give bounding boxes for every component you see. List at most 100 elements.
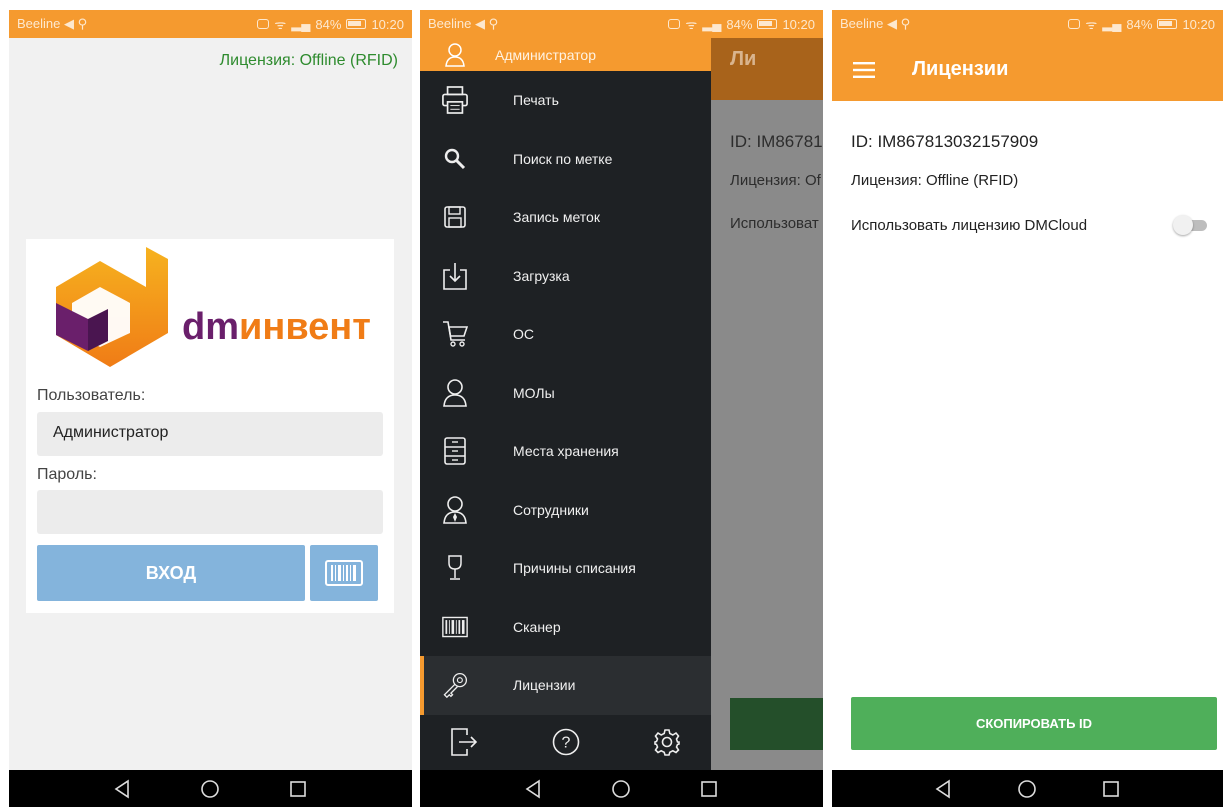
glass-icon — [442, 553, 468, 583]
home-icon[interactable] — [1017, 779, 1037, 799]
scan-button[interactable] — [310, 545, 378, 601]
back-icon[interactable] — [113, 779, 133, 799]
drawer-user-name: Администратор — [495, 46, 597, 63]
system-nav-bar — [832, 770, 1223, 807]
signal-icon: ▂▄ — [702, 16, 722, 31]
menu-item-employees[interactable]: Сотрудники — [420, 481, 711, 540]
dimmed-title: Ли — [730, 48, 757, 70]
alarm-icon — [668, 19, 681, 29]
hamburger-icon — [853, 61, 875, 78]
battery-level: 84% — [726, 16, 753, 32]
battery-icon — [346, 19, 367, 29]
logout-icon[interactable] — [450, 727, 478, 757]
clock: 10:20 — [782, 16, 815, 32]
employee-icon — [442, 495, 468, 525]
menu-item-write-tags[interactable]: Запись меток — [420, 188, 711, 247]
menu-item-print[interactable]: Печать — [420, 71, 711, 130]
dmcloud-setting-row[interactable]: Использовать лицензию DMCloud — [851, 215, 1209, 235]
carrier-label: Beeline — [428, 16, 472, 31]
menu-item-writeoff-reasons[interactable]: Причины списания — [420, 539, 711, 598]
wifi-icon: ᯤ — [685, 17, 698, 32]
menu-item-label: Загрузка — [513, 267, 570, 284]
menu-item-label: МОЛы — [513, 384, 555, 401]
carrier-label: Beeline — [840, 16, 884, 31]
alarm-icon — [257, 19, 270, 29]
status-bar: Beeline ◀ ⚲ ᯤ ▂▄ 84% 10:20 — [420, 10, 823, 38]
menu-item-mol[interactable]: МОЛы — [420, 364, 711, 423]
wifi-icon: ᯤ — [1085, 17, 1098, 32]
menu-item-label: Поиск по метке — [513, 150, 613, 167]
recents-icon[interactable] — [288, 779, 308, 799]
save-icon — [442, 202, 468, 232]
copy-id-button[interactable]: СКОПИРОВАТЬ ID — [851, 697, 1217, 750]
menu-item-licenses[interactable]: Лицензии — [420, 656, 711, 715]
menu-item-scanner[interactable]: Сканер — [420, 598, 711, 657]
status-bar: Beeline ◀ ⚲ ᯤ ▂▄ 84% 10:20 — [9, 10, 412, 38]
user-label: Пользователь: — [37, 387, 146, 404]
dmcloud-setting-label: Использовать лицензию DMCloud — [851, 216, 1088, 234]
status-bar: Beeline ◀ ⚲ ᯤ ▂▄ 84% 10:20 — [832, 10, 1223, 38]
gear-icon[interactable] — [653, 728, 681, 756]
recents-icon[interactable] — [699, 779, 719, 799]
licenses-screen: Beeline ◀ ⚲ ᯤ ▂▄ 84% 10:20 Лицензии ID: … — [832, 10, 1223, 807]
download-icon — [442, 261, 468, 291]
dimmed-id: ID: IM86781 — [730, 132, 823, 151]
menu-item-label: Печать — [513, 92, 559, 109]
back-icon[interactable] — [524, 779, 544, 799]
battery-icon — [1157, 19, 1178, 29]
person-icon — [442, 378, 468, 408]
menu-item-storage[interactable]: Места хранения — [420, 422, 711, 481]
signal-icon: ▂▄ — [1102, 16, 1122, 31]
app-bar: Лицензии — [832, 38, 1223, 101]
navigation-drawer: Администратор Печать Поиск по метке Запи… — [420, 38, 711, 770]
clock: 10:20 — [371, 16, 404, 32]
svg-text:?: ? — [561, 735, 570, 752]
user-field[interactable]: Администратор — [37, 412, 383, 456]
device-id: ID: IM867813032157909 — [851, 132, 1039, 151]
barcode-icon — [325, 560, 363, 586]
menu-item-download[interactable]: Загрузка — [420, 247, 711, 306]
dmcloud-toggle[interactable] — [1173, 215, 1209, 235]
hamburger-menu-button[interactable] — [836, 42, 892, 98]
back-icon[interactable] — [934, 779, 954, 799]
menu-item-label: Места хранения — [513, 443, 619, 460]
user-icon — [443, 42, 467, 67]
home-icon[interactable] — [611, 779, 631, 799]
cart-icon — [442, 319, 468, 349]
menu-item-label: Запись меток — [513, 209, 600, 226]
menu-item-label: Причины списания — [513, 560, 636, 577]
drawer-footer: ? — [420, 714, 711, 770]
menu-item-label: ОС — [513, 326, 534, 343]
home-icon[interactable] — [200, 779, 220, 799]
logo-text: dmинвент — [182, 306, 370, 348]
password-field[interactable] — [37, 490, 383, 534]
clock: 10:20 — [1182, 16, 1215, 32]
login-card: dmинвент Пользователь: Администратор Пар… — [26, 239, 394, 613]
page-title: Лицензии — [912, 58, 1009, 80]
recents-icon[interactable] — [1101, 779, 1121, 799]
menu-item-fixed-assets[interactable]: ОС — [420, 305, 711, 364]
wifi-icon: ᯤ — [274, 17, 287, 32]
license-status: Лицензия: Offline (RFID) — [219, 52, 398, 69]
license-status: Лицензия: Offline (RFID) — [851, 172, 1019, 189]
system-nav-bar — [420, 770, 823, 807]
dminvent-logo: dmинвент — [56, 247, 370, 367]
signal-icon: ▂▄ — [291, 16, 311, 31]
carrier-label: Beeline — [17, 16, 61, 31]
menu-item-label: Сканер — [513, 618, 561, 635]
battery-level: 84% — [315, 16, 342, 32]
login-screen: Beeline ◀ ⚲ ᯤ ▂▄ 84% 10:20 Лицензия: Off… — [9, 10, 412, 807]
cabinet-icon — [442, 436, 468, 466]
system-nav-bar — [9, 770, 412, 807]
menu-item-label: Лицензии — [513, 677, 576, 694]
search-icon — [442, 144, 468, 174]
drawer-header[interactable]: Администратор — [420, 38, 711, 71]
drawer-screen: Ли ID: IM86781 Лицензия: Of Использоват … — [420, 10, 823, 807]
dimmed-use-dmcloud: Использоват — [730, 215, 819, 232]
help-icon[interactable]: ? — [552, 728, 580, 756]
printer-icon — [442, 85, 468, 115]
login-button[interactable]: ВХОД — [37, 545, 305, 601]
menu-item-tag-search[interactable]: Поиск по метке — [420, 130, 711, 189]
alarm-icon — [1068, 19, 1081, 29]
dimmed-license: Лицензия: Of — [730, 172, 821, 189]
